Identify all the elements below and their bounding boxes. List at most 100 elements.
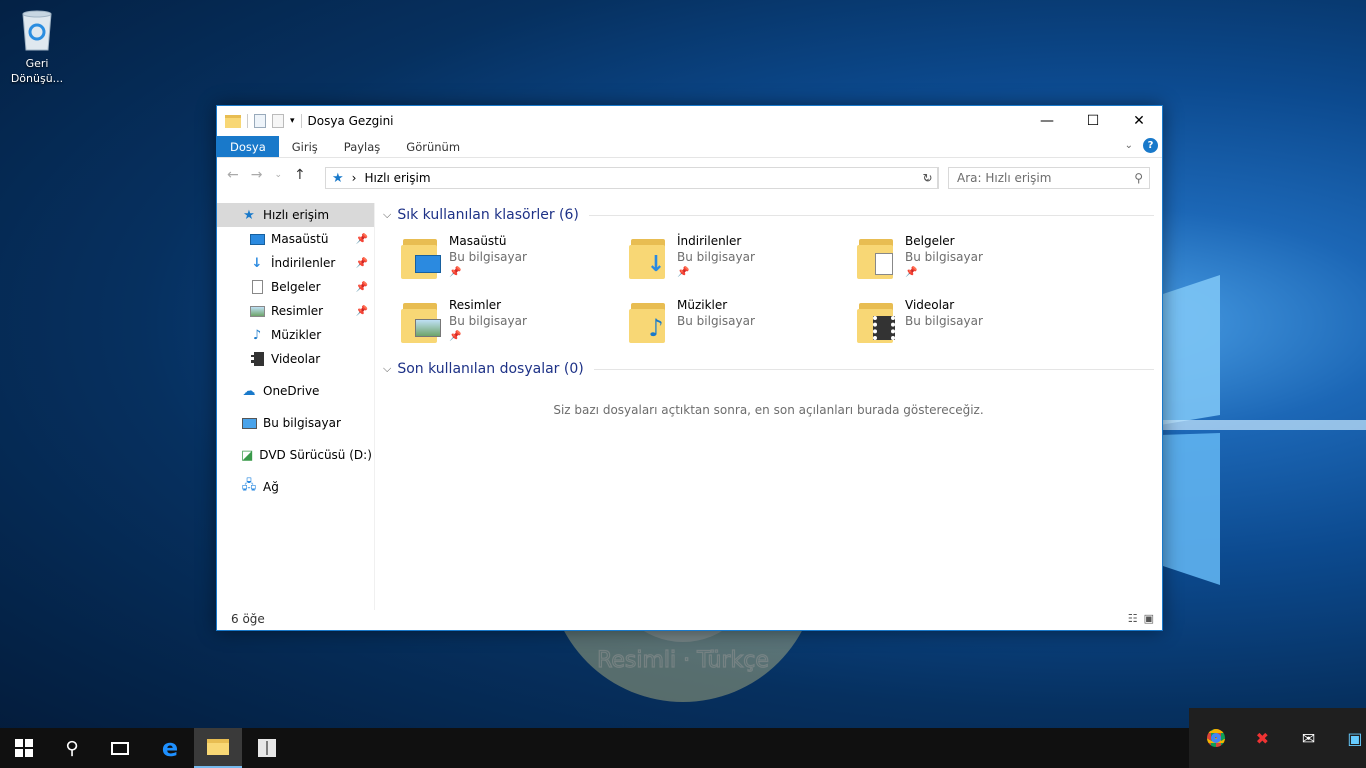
notification-overflow-tray: ✖ ✉ ▣: [1189, 708, 1366, 768]
folder-tile-belgeler[interactable]: Belgeler Bu bilgisayar 📌: [857, 233, 1085, 287]
sidebar-item-label: Ağ: [263, 480, 279, 494]
sidebar-item-hizli-erisim[interactable]: ★ Hızlı erişim: [217, 203, 374, 227]
refresh-icon[interactable]: ↻: [917, 167, 939, 189]
tab-paylas[interactable]: Paylaş: [331, 136, 394, 157]
pin-icon[interactable]: 📌: [356, 234, 368, 245]
customize-toolbar-icon[interactable]: ▾: [290, 116, 295, 126]
help-button[interactable]: ?: [1143, 138, 1158, 153]
computer-icon: [241, 415, 257, 431]
sidebar-item-videolar[interactable]: Videolar: [217, 347, 374, 371]
folder-tile-indirilenler[interactable]: ↓ İndirilenler Bu bilgisayar 📌: [629, 233, 857, 287]
sidebar-item-label: Hızlı erişim: [263, 208, 330, 222]
documents-icon: [249, 279, 265, 295]
frequent-folders-header[interactable]: ⌵ Sık kullanılan klasörler (6): [383, 203, 1154, 227]
pin-icon[interactable]: 📌: [356, 282, 368, 293]
star-icon: ★: [243, 207, 255, 223]
folder-tile-muzikler[interactable]: ♪ Müzikler Bu bilgisayar: [629, 297, 857, 351]
sidebar-item-label: DVD Sürücüsü (D:) ES: [259, 448, 374, 462]
minimize-button[interactable]: —: [1024, 106, 1070, 136]
status-bar: 6 öğe ☷ ▣: [217, 608, 1162, 630]
tab-gorunum[interactable]: Görünüm: [393, 136, 473, 157]
pin-icon[interactable]: 📌: [356, 258, 368, 269]
search-placeholder: Ara: Hızlı erişim: [957, 171, 1052, 185]
video-icon: [249, 351, 265, 367]
watermark-tagline: Resimli · Türkçe: [597, 648, 769, 673]
folder-location: Bu bilgisayar: [905, 314, 983, 328]
close-button[interactable]: ✕: [1116, 106, 1162, 136]
up-arrow-icon[interactable]: ↑: [294, 167, 306, 183]
details-view-icon[interactable]: ☷: [1128, 612, 1138, 625]
pin-icon: 📌: [677, 267, 690, 278]
properties-icon[interactable]: [254, 114, 266, 128]
forward-arrow-icon[interactable]: →: [251, 167, 263, 183]
chrome-icon[interactable]: [1205, 727, 1227, 749]
network-icon: 🖧: [241, 478, 257, 493]
edge-icon[interactable]: e: [146, 728, 194, 768]
tab-giris[interactable]: Giriş: [279, 136, 331, 157]
folder-name: Belgeler: [905, 234, 955, 248]
address-bar[interactable]: ★ › Hızlı erişim ⌄: [325, 167, 938, 189]
music-icon: ♪: [252, 327, 262, 343]
folder-location: Bu bilgisayar: [677, 250, 755, 264]
expand-ribbon-icon[interactable]: ⌄: [1125, 140, 1133, 151]
navigation-pane: ★ Hızlı erişim Masaüstü 📌 ↓ İndirilenler…: [217, 203, 375, 610]
start-button[interactable]: [0, 728, 48, 768]
onedrive-icon: ☁: [242, 383, 256, 399]
folder-tile-masaustu[interactable]: Masaüstü Bu bilgisayar 📌: [401, 233, 629, 287]
sidebar-item-resimler[interactable]: Resimler 📌: [217, 299, 374, 323]
large-icons-view-icon[interactable]: ▣: [1144, 612, 1154, 625]
store-icon[interactable]: [243, 728, 291, 768]
downloads-folder-icon: ↓: [629, 235, 671, 279]
mail-icon[interactable]: ✉: [1298, 727, 1320, 749]
file-explorer-taskbar-icon[interactable]: [194, 728, 242, 768]
file-explorer-window: ▾ Dosya Gezgini — ☐ ✕ Dosya Giriş Paylaş…: [216, 105, 1163, 631]
folder-tile-resimler[interactable]: Resimler Bu bilgisayar 📌: [401, 297, 629, 351]
pin-icon: 📌: [449, 331, 462, 342]
music-folder-icon: ♪: [629, 299, 671, 343]
sidebar-item-label: Müzikler: [271, 328, 322, 342]
back-arrow-icon[interactable]: ←: [227, 167, 239, 183]
pictures-folder-icon: [401, 299, 443, 343]
sidebar-item-bu-bilgisayar[interactable]: Bu bilgisayar: [217, 411, 374, 435]
pin-icon[interactable]: 📌: [356, 306, 368, 317]
folder-name: Resimler: [449, 298, 502, 312]
sidebar-item-dvd[interactable]: ◪ DVD Sürücüsü (D:) ES: [217, 443, 374, 467]
breadcrumb-separator[interactable]: ›: [352, 171, 357, 185]
recent-files-header[interactable]: ⌵ Son kullanılan dosyalar (0): [383, 357, 1154, 381]
display-icon[interactable]: ▣: [1344, 727, 1366, 749]
folder-name: Masaüstü: [449, 234, 507, 248]
sidebar-item-belgeler[interactable]: Belgeler 📌: [217, 275, 374, 299]
folder-name: Müzikler: [677, 298, 728, 312]
tab-dosya[interactable]: Dosya: [217, 136, 279, 157]
section-title: Son kullanılan dosyalar (0): [397, 361, 584, 377]
folder-tile-videolar[interactable]: Videolar Bu bilgisayar: [857, 297, 1085, 351]
section-title: Sık kullanılan klasörler (6): [397, 207, 579, 223]
task-view-icon[interactable]: [96, 728, 144, 768]
toolbar-divider: [300, 114, 302, 128]
recycle-bin-icon: [17, 8, 57, 52]
sidebar-item-onedrive[interactable]: ☁ OneDrive: [217, 379, 374, 403]
pin-icon: 📌: [905, 267, 918, 278]
recycle-bin-shortcut[interactable]: Geri Dönüşü...: [8, 8, 66, 86]
sidebar-item-ag[interactable]: 🖧 Ağ: [217, 475, 374, 499]
sidebar-item-label: Belgeler: [271, 280, 321, 294]
sidebar-item-masaustu[interactable]: Masaüstü 📌: [217, 227, 374, 251]
download-icon: ↓: [251, 255, 263, 271]
window-title: Dosya Gezgini: [307, 114, 394, 128]
search-input[interactable]: Ara: Hızlı erişim ⚲: [948, 167, 1150, 189]
maximize-button[interactable]: ☐: [1070, 106, 1116, 136]
network-error-icon[interactable]: ✖: [1251, 727, 1273, 749]
sidebar-item-muzikler[interactable]: ♪ Müzikler: [217, 323, 374, 347]
recent-locations-icon[interactable]: ⌄: [274, 170, 282, 180]
ribbon-tabs: Dosya Giriş Paylaş Görünüm ⌄ ?: [217, 136, 1162, 158]
title-bar[interactable]: ▾ Dosya Gezgini — ☐ ✕: [217, 106, 1162, 136]
search-icon: ⚲: [1134, 171, 1143, 185]
breadcrumb-location[interactable]: Hızlı erişim: [364, 171, 430, 185]
sidebar-item-label: İndirilenler: [271, 256, 336, 270]
sidebar-item-indirilenler[interactable]: ↓ İndirilenler 📌: [217, 251, 374, 275]
documents-folder-icon: [857, 235, 899, 279]
folder-location: Bu bilgisayar: [677, 314, 755, 328]
new-folder-icon[interactable]: [272, 114, 284, 128]
sidebar-item-label: Masaüstü: [271, 232, 329, 246]
search-taskbar-icon[interactable]: ⚲: [48, 728, 96, 768]
